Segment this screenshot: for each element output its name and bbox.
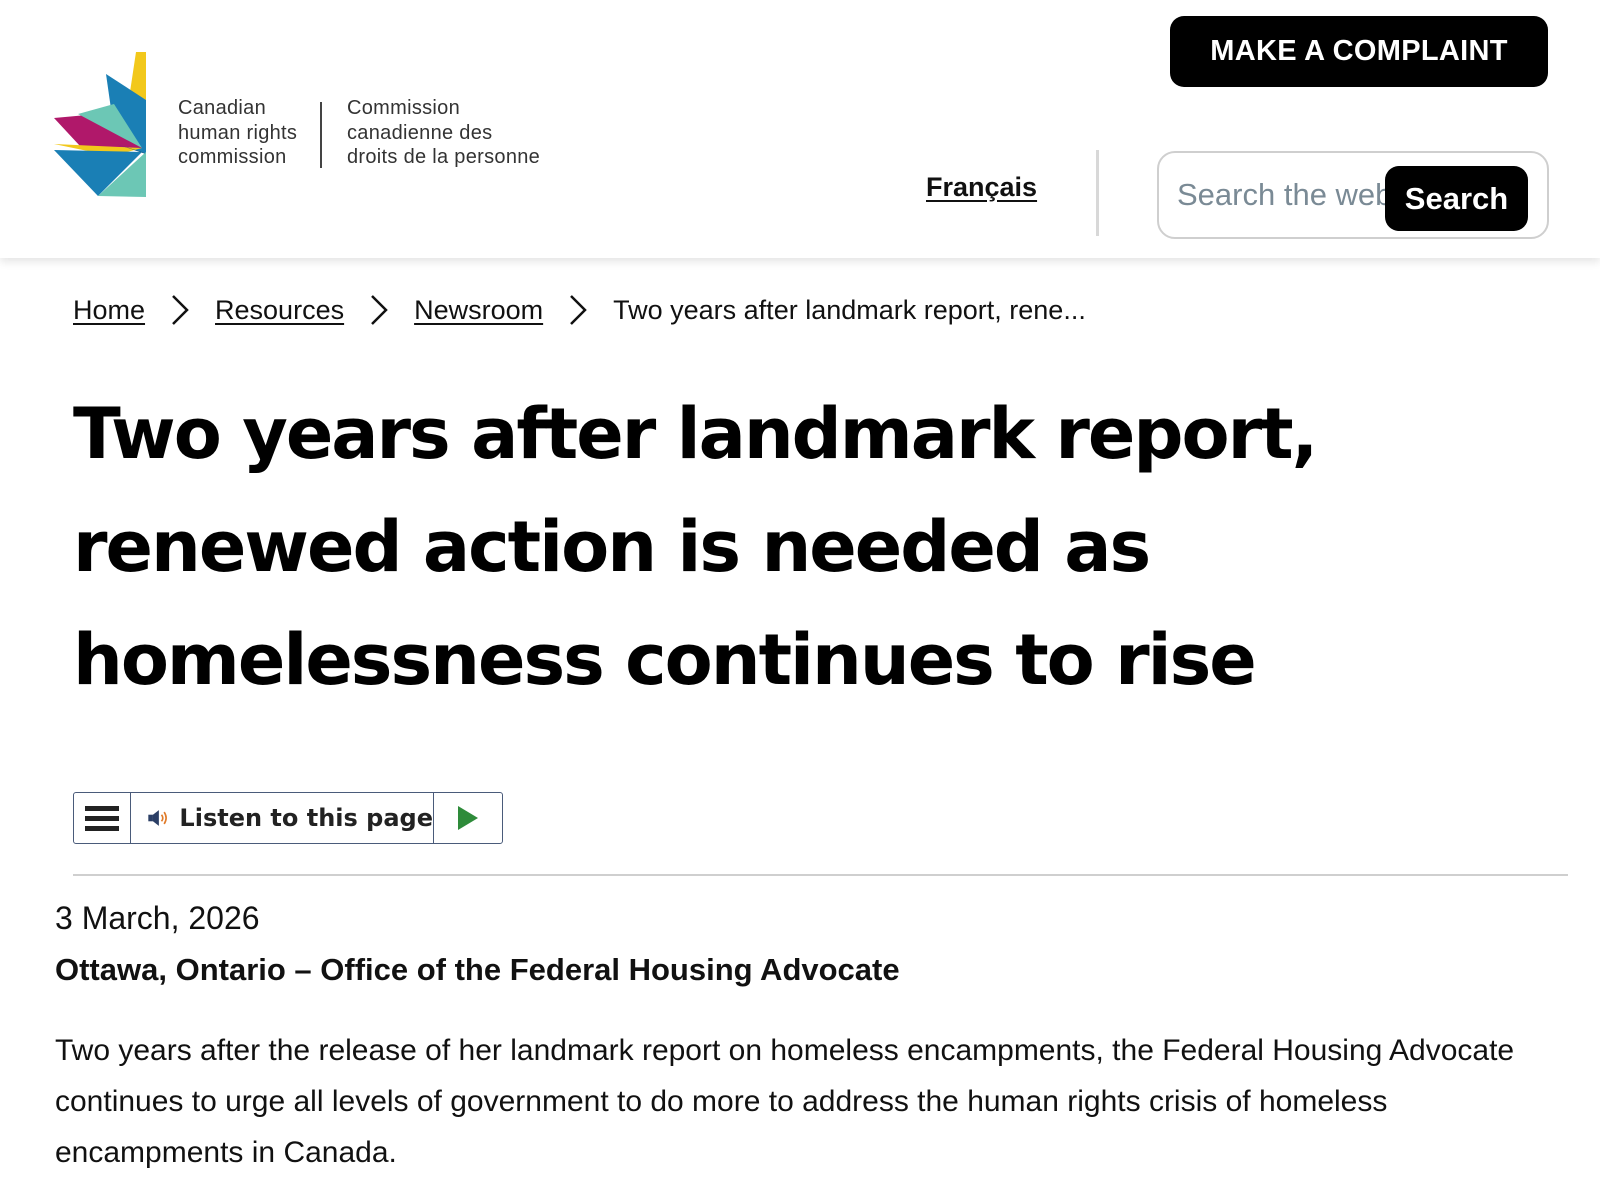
- org-name-fr-line: canadienne des: [347, 121, 493, 144]
- chevron-right-icon: [543, 290, 613, 330]
- search-form: Search: [1157, 151, 1549, 239]
- content-divider: [73, 874, 1568, 876]
- org-name-fr-line: Commission: [347, 97, 461, 119]
- make-complaint-button[interactable]: MAKE A COMPLAINT: [1170, 16, 1548, 87]
- article-paragraph: Two years after the release of her landm…: [55, 1034, 1515, 1169]
- chevron-right-icon: [344, 290, 414, 330]
- breadcrumb-resources[interactable]: Resources: [215, 295, 344, 326]
- header-separator: [1096, 150, 1099, 236]
- org-name-en-line: Canadian: [178, 97, 267, 119]
- breadcrumb-newsroom[interactable]: Newsroom: [414, 295, 543, 326]
- breadcrumb: Home Resources Newsroom Two years after …: [73, 290, 1086, 330]
- org-name-en-line: commission: [178, 146, 287, 168]
- publish-date: 3 March, 2026: [55, 900, 260, 936]
- chevron-right-icon: [145, 290, 215, 330]
- site-header: Canadian human rights commission Commiss…: [0, 0, 1600, 258]
- play-button[interactable]: [434, 793, 502, 843]
- hamburger-icon[interactable]: [74, 793, 131, 843]
- breadcrumb-home[interactable]: Home: [73, 295, 145, 326]
- search-button[interactable]: Search: [1385, 166, 1528, 231]
- org-name-fr-line: droits de la personne: [347, 146, 541, 168]
- breadcrumb-current: Two years after landmark report, rene...: [613, 294, 1086, 325]
- play-icon: [458, 806, 478, 830]
- org-name-en-line: human rights: [178, 121, 298, 144]
- org-name-english: Canadian human rights commission: [178, 96, 308, 170]
- listen-widget: Listen to this page: [73, 792, 503, 844]
- language-toggle-link[interactable]: Français: [926, 172, 1037, 203]
- page-title: Two years after landmark report, renewed…: [73, 393, 1318, 701]
- listen-label: Listen to this page: [179, 804, 433, 832]
- listen-button[interactable]: Listen to this page: [131, 793, 434, 843]
- speaker-icon: [148, 810, 167, 826]
- chrc-logo[interactable]: [54, 52, 146, 204]
- search-input[interactable]: [1177, 153, 1397, 237]
- org-name-divider: [320, 102, 322, 168]
- org-name-french: Commission canadienne des droits de la p…: [347, 96, 547, 170]
- dateline: Ottawa, Ontario – Office of the Federal …: [55, 952, 900, 987]
